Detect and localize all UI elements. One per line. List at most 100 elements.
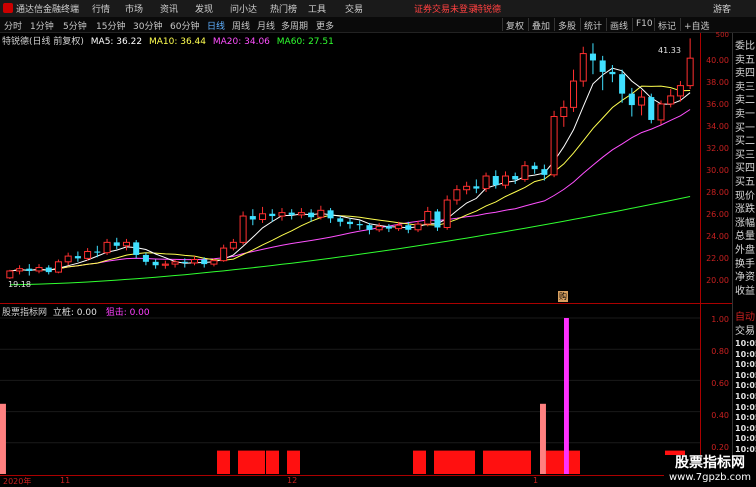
indicator-axis: 1.00 0.80 0.60 0.40 0.20 bbox=[700, 303, 732, 475]
indicator-bar-red bbox=[413, 450, 426, 474]
candle-body-down bbox=[308, 212, 315, 218]
period-30min[interactable]: 30分钟 bbox=[133, 19, 162, 32]
candle-body-up bbox=[579, 53, 587, 82]
buy-marker: 购 bbox=[558, 291, 568, 302]
candle-body-down bbox=[619, 74, 626, 94]
quote-panel-label: 自动 bbox=[735, 312, 755, 323]
indicator-bar-red bbox=[217, 450, 230, 474]
candle-body-down bbox=[26, 268, 33, 271]
period-daily[interactable]: 日线 bbox=[207, 19, 225, 32]
candle-body-down bbox=[589, 53, 596, 61]
candle-body-down bbox=[473, 186, 480, 189]
candle-body-up bbox=[414, 223, 422, 231]
indicator-chart-area[interactable]: 股票指标网 立桩: 0.00 狙击: 0.00 bbox=[0, 303, 700, 475]
candle-body-down bbox=[346, 221, 354, 225]
candle-body-up bbox=[278, 212, 286, 217]
mark-button[interactable]: 标记 bbox=[654, 18, 679, 32]
multi-stock-button[interactable]: 多股 bbox=[554, 18, 579, 32]
candle-body-up bbox=[122, 241, 130, 247]
y-tick: 38.00 bbox=[706, 78, 729, 87]
indicator-bar-pink bbox=[0, 403, 6, 474]
period-15min[interactable]: 15分钟 bbox=[96, 19, 125, 32]
login-status[interactable]: 证券交易未登录 bbox=[414, 2, 477, 15]
add-watchlist-button[interactable]: +自选 bbox=[680, 18, 713, 32]
period-5min[interactable]: 5分钟 bbox=[63, 19, 87, 32]
candle-body-down bbox=[181, 261, 188, 263]
overlay-button[interactable]: 叠加 bbox=[528, 18, 553, 32]
period-multi[interactable]: 多周期 bbox=[281, 19, 308, 32]
y-tick: 36.00 bbox=[706, 100, 729, 109]
y-tick: 28.00 bbox=[706, 188, 729, 197]
period-monthly[interactable]: 月线 bbox=[257, 19, 275, 32]
menu-trade[interactable]: 交易 bbox=[345, 2, 363, 15]
candle-body-up bbox=[54, 261, 62, 273]
candle-body-down bbox=[599, 60, 606, 72]
watermark-title: 股票指标网 bbox=[675, 455, 745, 471]
candle-body-up bbox=[638, 96, 646, 106]
indicator-bar-red bbox=[434, 450, 475, 474]
low-price-label: 19.18 bbox=[8, 280, 31, 289]
high-price-label: 41.33 bbox=[658, 46, 681, 55]
quote-panel-label: 10:05 bbox=[735, 423, 756, 433]
quote-panel-label: 10:05 bbox=[735, 370, 756, 380]
menu-tools[interactable]: 工具 bbox=[308, 2, 326, 15]
stats-button[interactable]: 统计 bbox=[580, 18, 605, 32]
candle-body-up bbox=[210, 260, 218, 265]
candle-body-up bbox=[550, 116, 558, 176]
sub-y-tick: 0.80 bbox=[711, 347, 729, 356]
candle-body-down bbox=[405, 225, 412, 230]
candle-body-up bbox=[463, 185, 471, 191]
period-weekly[interactable]: 周线 bbox=[232, 19, 250, 32]
guest-label[interactable]: 游客 bbox=[713, 2, 731, 15]
candle-body-down bbox=[327, 210, 334, 219]
candle-body-down bbox=[74, 256, 81, 259]
quote-panel-label: 10:05 bbox=[735, 402, 756, 412]
y-tick: 34.00 bbox=[706, 122, 729, 131]
price-axis: 500 40.00 38.00 36.00 34.00 32.00 30.00 … bbox=[700, 31, 732, 303]
y-tick: 30.00 bbox=[706, 166, 729, 175]
period-more[interactable]: 更多 bbox=[316, 19, 334, 32]
candle-body-down bbox=[201, 259, 208, 265]
f10-button[interactable]: F10 bbox=[632, 18, 656, 31]
menu-news[interactable]: 资讯 bbox=[160, 2, 178, 15]
y-tick: 26.00 bbox=[706, 210, 729, 219]
candle-body-down bbox=[366, 225, 373, 230]
candle-body-up bbox=[686, 57, 694, 87]
menu-market-quotes[interactable]: 行情 bbox=[92, 2, 110, 15]
ma10-line bbox=[9, 85, 691, 272]
candle-body-up bbox=[35, 267, 43, 272]
candle-body-up bbox=[84, 251, 92, 259]
y-tick: 22.00 bbox=[706, 254, 729, 263]
quote-panel-label: 10:05 bbox=[735, 360, 756, 370]
sub-y-tick: 1.00 bbox=[711, 315, 729, 324]
candle-body-down bbox=[434, 211, 441, 228]
y-tick: 20.00 bbox=[706, 276, 729, 285]
candle-body-down bbox=[133, 242, 140, 255]
period-60min[interactable]: 60分钟 bbox=[170, 19, 199, 32]
menu-discover[interactable]: 发现 bbox=[195, 2, 213, 15]
candle-body-down bbox=[648, 97, 655, 120]
date-label: 1 bbox=[533, 476, 539, 485]
period-intraday[interactable]: 分时 bbox=[4, 19, 22, 32]
kline-chart-area[interactable]: 特锐德(日线 前复权) MA5: 36.22 MA10: 36.44 MA20:… bbox=[0, 33, 700, 303]
candle-body-up bbox=[521, 165, 529, 180]
menu-ask[interactable]: 问小达 bbox=[230, 2, 257, 15]
app-title: 通达信金融终端 bbox=[16, 5, 80, 15]
candle-body-up bbox=[667, 95, 675, 105]
candle-body-down bbox=[45, 267, 52, 273]
candle-body-up bbox=[190, 259, 199, 264]
axis-top-label: 500 bbox=[715, 31, 729, 39]
menu-market[interactable]: 市场 bbox=[125, 2, 143, 15]
indicator-bar-red bbox=[238, 450, 265, 474]
menu-hot[interactable]: 热门榜 bbox=[270, 2, 297, 15]
period-1min[interactable]: 1分钟 bbox=[30, 19, 54, 32]
candle-body-up bbox=[220, 247, 228, 262]
candle-body-down bbox=[356, 224, 363, 226]
sub-y-tick: 0.60 bbox=[711, 379, 729, 388]
adjust-button[interactable]: 复权 bbox=[502, 18, 527, 32]
draw-line-button[interactable]: 画线 bbox=[606, 18, 631, 32]
quote-panel-label: 10:05 bbox=[735, 349, 756, 359]
indicator-bar-red bbox=[483, 450, 531, 474]
indicator-bar-red bbox=[546, 450, 580, 474]
candle-body-down bbox=[152, 261, 159, 266]
